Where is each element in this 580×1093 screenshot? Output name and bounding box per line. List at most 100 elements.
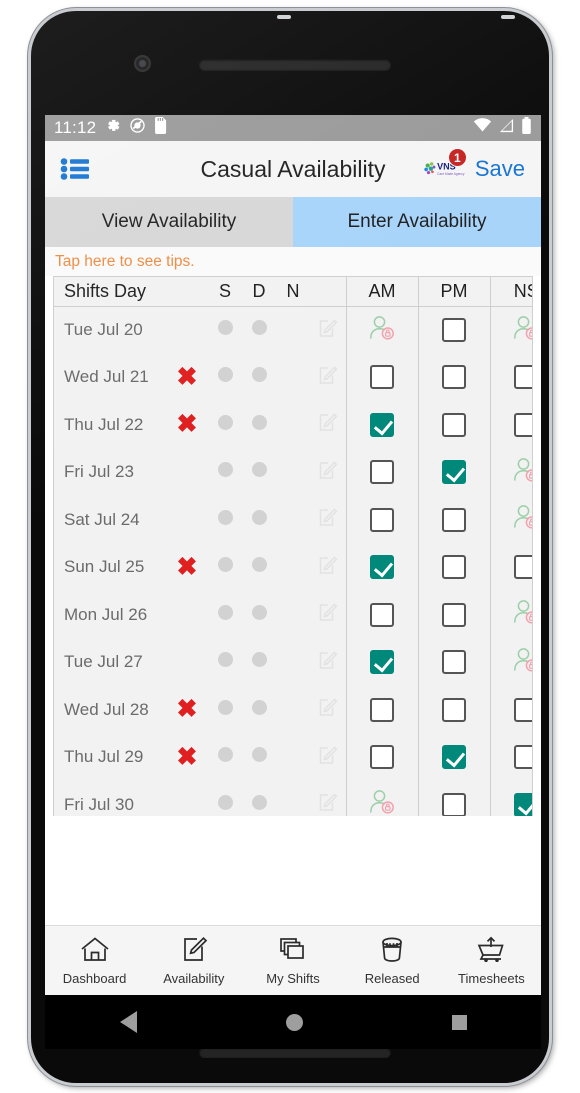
- cell-edit[interactable]: [310, 781, 346, 816]
- table-row[interactable]: Thu Jul 29 ✖: [54, 733, 532, 782]
- checkbox-pm[interactable]: [442, 792, 466, 816]
- checkbox-pm[interactable]: [442, 460, 466, 485]
- cell-am[interactable]: [345, 401, 418, 449]
- edit-pencil-icon[interactable]: [318, 318, 338, 342]
- cell-ns[interactable]: [489, 353, 532, 401]
- cell-ns[interactable]: [489, 401, 532, 449]
- cell-edit[interactable]: [310, 591, 346, 639]
- cell-pm[interactable]: [417, 353, 490, 401]
- cell-am[interactable]: [345, 543, 418, 591]
- edit-pencil-icon[interactable]: [318, 366, 338, 389]
- checkbox-am[interactable]: [370, 507, 394, 532]
- table-row[interactable]: Wed Jul 28 ✖: [54, 686, 532, 734]
- nav-item-timesheets[interactable]: Timesheets: [442, 936, 541, 986]
- cell-am[interactable]: [345, 781, 418, 816]
- edit-pencil-icon[interactable]: [318, 746, 338, 769]
- checkbox-pm[interactable]: [442, 650, 466, 675]
- cell-pm[interactable]: [417, 591, 490, 639]
- back-triangle-icon[interactable]: [119, 1011, 137, 1033]
- availability-table-container[interactable]: Shifts Day S D N AM PM NS Tue Jul 20: [53, 276, 533, 816]
- cell-edit[interactable]: [310, 496, 346, 544]
- cell-edit[interactable]: [310, 639, 346, 687]
- home-circle-icon[interactable]: [285, 1013, 303, 1031]
- checkbox-ns[interactable]: [514, 365, 532, 390]
- cell-pm[interactable]: [417, 638, 490, 686]
- cell-pm[interactable]: [417, 781, 490, 816]
- checkbox-pm[interactable]: [442, 507, 466, 532]
- cell-edit[interactable]: [310, 306, 346, 354]
- cell-ns[interactable]: [489, 543, 532, 591]
- checkbox-ns[interactable]: [514, 792, 532, 816]
- tab-enter-availability[interactable]: Enter Availability: [293, 197, 541, 247]
- nav-item-dashboard[interactable]: Dashboard: [45, 936, 144, 986]
- cell-pm[interactable]: [417, 733, 490, 781]
- cell-am[interactable]: [345, 306, 418, 354]
- cell-edit[interactable]: [310, 354, 346, 402]
- table-row[interactable]: Mon Jul 26: [54, 591, 532, 639]
- table-row[interactable]: Wed Jul 21 ✖: [54, 353, 532, 402]
- checkbox-am[interactable]: [370, 602, 394, 627]
- checkbox-pm[interactable]: [442, 602, 466, 627]
- table-row[interactable]: Tue Jul 20: [54, 306, 532, 354]
- checkbox-ns[interactable]: [514, 745, 532, 770]
- table-row[interactable]: Fri Jul 23: [54, 448, 532, 497]
- cell-am[interactable]: [345, 448, 418, 496]
- checkbox-pm[interactable]: [442, 365, 466, 390]
- table-row[interactable]: Thu Jul 22 ✖: [54, 401, 532, 449]
- edit-pencil-icon[interactable]: [318, 556, 338, 579]
- checkbox-am[interactable]: [370, 365, 394, 390]
- checkbox-pm[interactable]: [442, 745, 466, 770]
- list-menu-icon[interactable]: [55, 157, 95, 181]
- cell-am[interactable]: [345, 591, 418, 639]
- cell-edit[interactable]: [310, 686, 346, 734]
- edit-pencil-icon[interactable]: [318, 698, 338, 721]
- cell-ns[interactable]: [489, 448, 532, 496]
- edit-pencil-icon[interactable]: [318, 793, 338, 816]
- checkbox-pm[interactable]: [442, 412, 466, 437]
- checkbox-ns[interactable]: [514, 555, 532, 580]
- checkbox-am[interactable]: [370, 745, 394, 770]
- cell-am[interactable]: [345, 496, 418, 544]
- save-button[interactable]: Save: [473, 154, 531, 184]
- table-row[interactable]: Fri Jul 30: [54, 781, 532, 816]
- cell-am[interactable]: [345, 686, 418, 734]
- cell-ns[interactable]: [489, 306, 532, 354]
- checkbox-am[interactable]: [370, 460, 394, 485]
- edit-pencil-icon[interactable]: [318, 413, 338, 436]
- checkbox-pm[interactable]: [442, 555, 466, 580]
- cell-ns[interactable]: [489, 638, 532, 686]
- checkbox-am[interactable]: [370, 650, 394, 675]
- checkbox-pm[interactable]: [442, 697, 466, 722]
- cell-ns[interactable]: [489, 733, 532, 781]
- cell-am[interactable]: [345, 638, 418, 686]
- nav-item-my-shifts[interactable]: My Shifts: [243, 936, 342, 986]
- tab-view-availability[interactable]: View Availability: [45, 197, 293, 247]
- cell-ns[interactable]: [489, 591, 532, 639]
- cell-ns[interactable]: [489, 686, 532, 734]
- table-row[interactable]: Tue Jul 27: [54, 638, 532, 687]
- cell-pm[interactable]: [417, 306, 490, 354]
- checkbox-ns[interactable]: [514, 697, 532, 722]
- checkbox-am[interactable]: [370, 555, 394, 580]
- cell-edit[interactable]: [310, 401, 346, 449]
- cell-pm[interactable]: [417, 448, 490, 496]
- edit-pencil-icon[interactable]: [318, 603, 338, 626]
- nav-item-released[interactable]: Released: [343, 936, 442, 986]
- cell-pm[interactable]: [417, 401, 490, 449]
- checkbox-am[interactable]: [370, 697, 394, 722]
- cell-edit[interactable]: [310, 544, 346, 592]
- tips-link[interactable]: Tap here to see tips.: [45, 247, 541, 276]
- cell-edit[interactable]: [310, 734, 346, 782]
- cell-pm[interactable]: [417, 686, 490, 734]
- table-row[interactable]: Sun Jul 25 ✖: [54, 543, 532, 592]
- nav-item-availability[interactable]: Availability: [144, 936, 243, 986]
- cell-am[interactable]: [345, 353, 418, 401]
- cell-pm[interactable]: [417, 543, 490, 591]
- cell-pm[interactable]: [417, 496, 490, 544]
- cell-edit[interactable]: [310, 449, 346, 497]
- vns-logo[interactable]: VNS Care Made Agency 1: [423, 148, 467, 186]
- cell-am[interactable]: [345, 733, 418, 781]
- recents-square-icon[interactable]: [451, 1014, 467, 1030]
- checkbox-am[interactable]: [370, 412, 394, 437]
- edit-pencil-icon[interactable]: [318, 651, 338, 674]
